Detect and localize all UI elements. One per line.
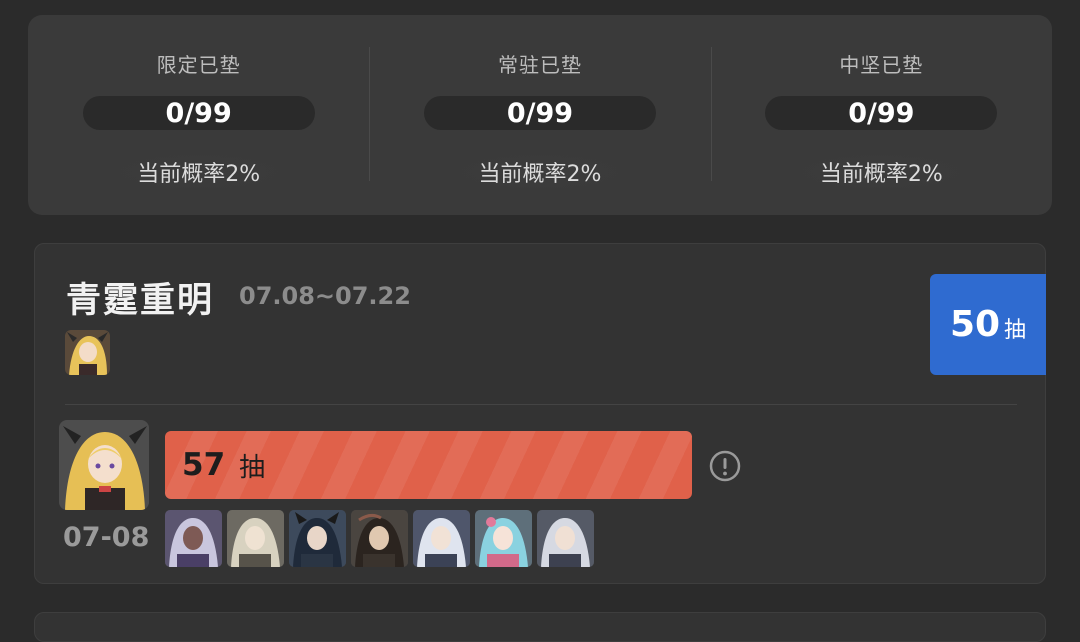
pulled-characters-list	[165, 510, 594, 567]
character-avatar[interactable]	[475, 510, 532, 567]
stat-standard: 常驻已垫 0/99 当前概率2%	[369, 15, 710, 215]
banner-title: 青霆重明	[66, 281, 215, 321]
character-avatar[interactable]	[227, 510, 284, 567]
character-avatar[interactable]	[289, 510, 346, 567]
stat-rate: 当前概率2%	[98, 150, 299, 194]
stat-limited: 限定已垫 0/99 当前概率2%	[28, 15, 369, 215]
pull-unit: 抽	[239, 452, 266, 483]
info-circle-icon[interactable]	[709, 450, 741, 482]
character-avatar[interactable]	[413, 510, 470, 567]
stat-label: 限定已垫	[156, 53, 241, 77]
banner-date-range: 07.08~07.22	[239, 282, 411, 310]
badge-unit: 抽	[1004, 317, 1027, 343]
stat-label: 中坚已垫	[839, 53, 924, 77]
badge-count: 50	[949, 304, 1001, 345]
stat-value: 0/99	[423, 96, 656, 130]
banner-card[interactable]: 青霆重明 07.08~07.22 50 抽 07-08 57 抽	[34, 243, 1046, 584]
character-avatar[interactable]	[537, 510, 594, 567]
stat-midcore: 中坚已垫 0/99 当前概率2%	[710, 15, 1052, 215]
pull-count: 57	[182, 447, 226, 483]
stat-value: 0/99	[82, 96, 315, 130]
pull-date: 07-08	[63, 522, 150, 553]
banner-pull-badge: 50 抽	[930, 274, 1046, 375]
character-avatar[interactable]	[165, 510, 222, 567]
stat-value: 0/99	[765, 96, 998, 130]
pull-count-bar: 57 抽	[165, 431, 692, 499]
next-banner-card[interactable]	[34, 612, 1046, 642]
stat-rate: 当前概率2%	[781, 150, 982, 194]
character-avatar[interactable]	[351, 510, 408, 567]
divider	[65, 404, 1017, 405]
stat-label: 常驻已垫	[497, 53, 582, 77]
banner-character-thumbnail	[65, 330, 110, 375]
pity-stats-card: 限定已垫 0/99 当前概率2% 常驻已垫 0/99 当前概率2% 中坚已垫 0…	[28, 15, 1052, 215]
stat-rate: 当前概率2%	[439, 150, 640, 194]
pulled-character-avatar[interactable]	[59, 420, 149, 510]
